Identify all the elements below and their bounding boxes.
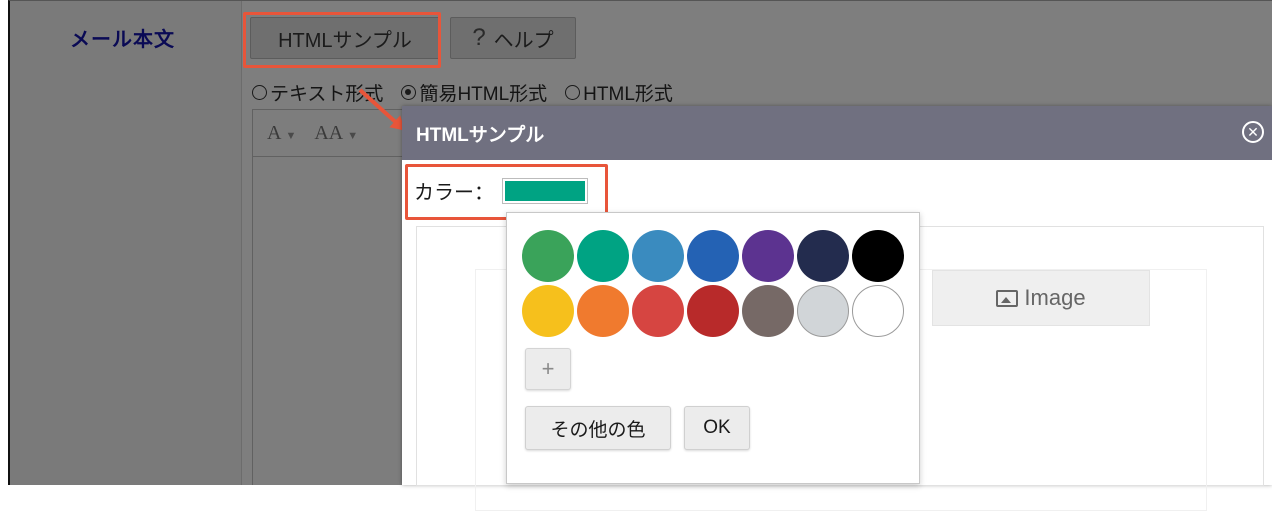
label-column: メール本文	[10, 1, 242, 485]
help-icon: ?	[472, 24, 486, 51]
font-color-dropdown[interactable]: A ▼	[267, 122, 296, 145]
chevron-down-icon: ▼	[347, 129, 359, 142]
radio-html-format[interactable]: HTML形式	[565, 79, 673, 106]
color-label: カラー：	[414, 182, 494, 204]
close-icon[interactable]: ✕	[1242, 121, 1264, 143]
color-swatch[interactable]	[852, 230, 904, 282]
mail-body-label: メール本文	[70, 29, 175, 51]
image-icon	[996, 289, 1019, 307]
color-swatch[interactable]	[687, 285, 739, 337]
help-button-label: ヘルプ	[493, 29, 554, 52]
font-size-dropdown[interactable]: AA ▼	[314, 122, 358, 145]
radio-selected-icon	[401, 85, 417, 100]
color-swatch[interactable]	[522, 230, 574, 282]
color-swatch[interactable]	[577, 285, 629, 337]
image-placeholder-label: Image	[1024, 285, 1086, 310]
color-swatch[interactable]	[632, 230, 684, 282]
help-button[interactable]: ? ヘルプ	[450, 17, 576, 59]
radio-simple-html-format[interactable]: 簡易HTML形式	[401, 79, 547, 106]
dialog-header: HTMLサンプル ✕	[402, 106, 1272, 160]
color-swatch[interactable]	[797, 285, 849, 337]
plus-icon: +	[541, 356, 555, 381]
color-swatch[interactable]	[742, 230, 794, 282]
color-field: カラー：	[414, 176, 588, 205]
radio-label: HTML形式	[583, 84, 673, 105]
format-radio-group: テキスト形式 簡易HTML形式 HTML形式	[252, 79, 673, 106]
color-swatch[interactable]	[742, 285, 794, 337]
more-colors-button[interactable]: その他の色	[525, 406, 671, 450]
color-swatch[interactable]	[852, 285, 904, 337]
color-swatch[interactable]	[797, 230, 849, 282]
ok-button[interactable]: OK	[684, 406, 750, 450]
selected-color-preview	[505, 180, 585, 201]
radio-icon	[565, 85, 581, 100]
radio-icon	[252, 85, 267, 100]
html-sample-button-label: HTMLサンプル	[278, 29, 412, 52]
image-placeholder[interactable]: Image	[932, 270, 1150, 326]
html-sample-button[interactable]: HTMLサンプル	[250, 17, 440, 59]
color-swatch[interactable]	[687, 230, 739, 282]
color-swatch-button[interactable]	[502, 177, 588, 204]
color-swatch[interactable]	[632, 285, 684, 337]
radio-label: 簡易HTML形式	[419, 84, 548, 105]
font-icon: A	[267, 121, 282, 144]
color-picker-popup: + その他の色 OK	[506, 212, 920, 484]
add-color-button[interactable]: +	[525, 348, 571, 390]
chevron-down-icon: ▼	[285, 129, 297, 142]
color-swatch[interactable]	[522, 285, 574, 337]
color-swatch[interactable]	[577, 230, 629, 282]
color-swatch-grid	[522, 230, 904, 337]
font-size-icon: AA	[314, 121, 344, 144]
ok-label: OK	[703, 417, 731, 438]
more-colors-label: その他の色	[550, 419, 646, 441]
dialog-title: HTMLサンプル	[416, 124, 545, 146]
